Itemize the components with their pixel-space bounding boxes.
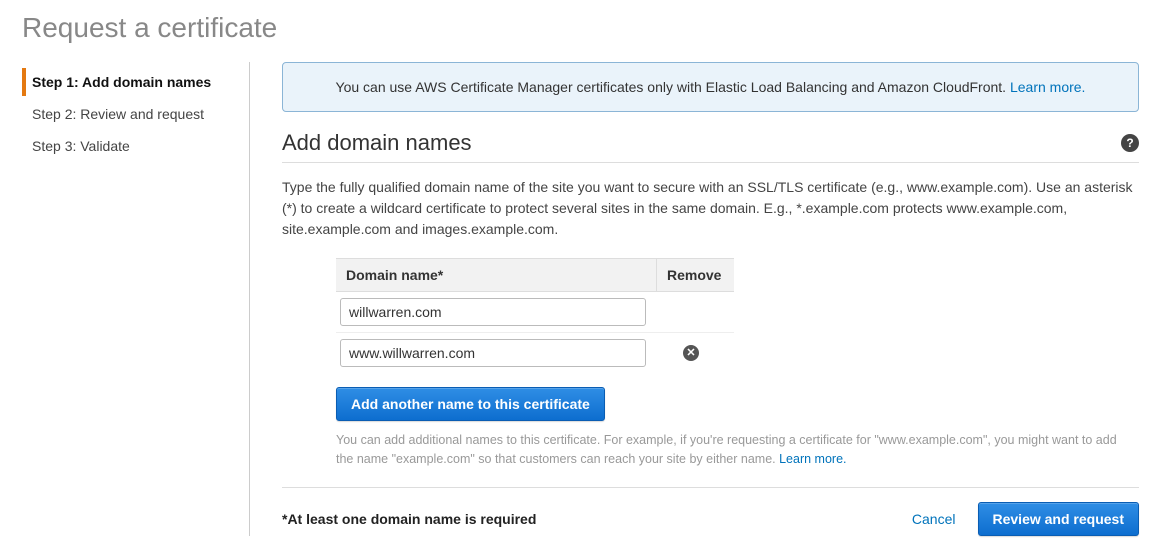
helper-text: You can add additional names to this cer… xyxy=(336,431,1126,469)
wizard-sidebar: Step 1: Add domain names Step 2: Review … xyxy=(22,62,250,536)
remove-header: Remove xyxy=(656,259,734,291)
info-banner-text: You can use AWS Certificate Manager cert… xyxy=(336,79,1010,95)
info-banner: You can use AWS Certificate Manager cert… xyxy=(282,62,1139,112)
table-row: ✕ xyxy=(336,333,734,373)
section-title: Add domain names xyxy=(282,130,472,156)
help-icon[interactable]: ? xyxy=(1121,134,1139,152)
domain-name-header: Domain name* xyxy=(336,259,656,291)
required-message: *At least one domain name is required xyxy=(282,511,536,527)
divider xyxy=(282,162,1139,163)
section-description: Type the fully qualified domain name of … xyxy=(282,177,1139,240)
domain-name-input[interactable] xyxy=(340,339,646,367)
remove-domain-button[interactable]: ✕ xyxy=(683,345,699,361)
sidebar-step-3[interactable]: Step 3: Validate xyxy=(22,132,249,160)
domain-table: Domain name* Remove xyxy=(336,258,734,373)
page-title: Request a certificate xyxy=(22,12,1139,44)
add-another-name-button[interactable]: Add another name to this certificate xyxy=(336,387,605,421)
sidebar-step-1[interactable]: Step 1: Add domain names xyxy=(22,68,249,96)
table-row xyxy=(336,292,734,332)
sidebar-step-2[interactable]: Step 2: Review and request xyxy=(22,100,249,128)
cancel-button[interactable]: Cancel xyxy=(906,510,962,528)
close-icon: ✕ xyxy=(686,348,695,359)
domain-name-input[interactable] xyxy=(340,298,646,326)
helper-learn-more-link[interactable]: Learn more. xyxy=(779,452,846,466)
info-banner-learn-more-link[interactable]: Learn more. xyxy=(1010,79,1085,95)
review-and-request-button[interactable]: Review and request xyxy=(978,502,1140,536)
